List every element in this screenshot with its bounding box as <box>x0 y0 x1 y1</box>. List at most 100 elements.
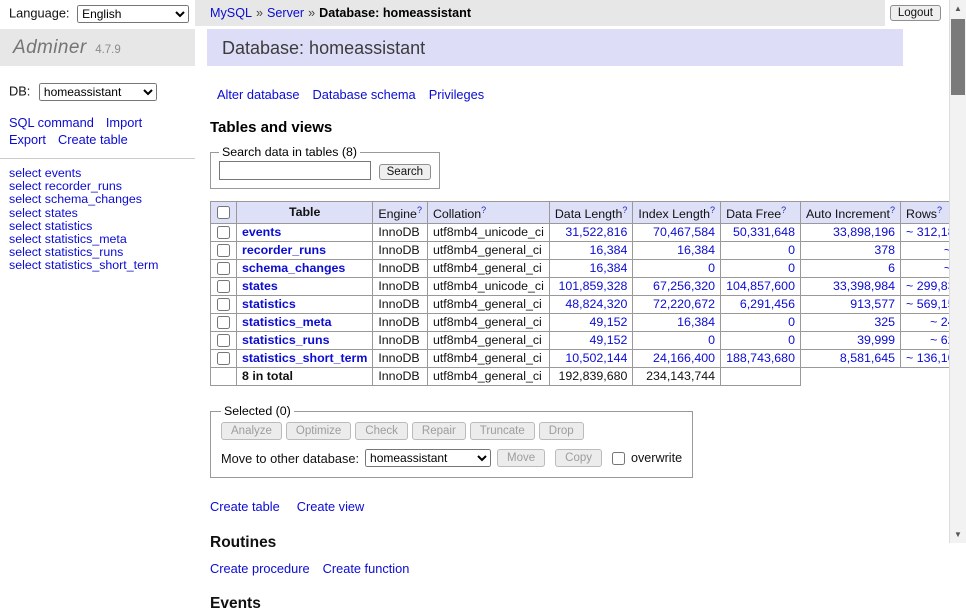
row-checkbox-statistics_meta[interactable] <box>217 316 230 329</box>
help-icon[interactable]: ? <box>481 205 486 215</box>
repair-button[interactable]: Repair <box>412 422 466 440</box>
link-select-states[interactable]: select states <box>9 207 186 220</box>
data-free-link[interactable]: 104,857,600 <box>726 279 795 293</box>
data-length-link[interactable]: 101,859,328 <box>558 279 627 293</box>
data-free-link[interactable]: 188,743,680 <box>726 351 795 365</box>
row-checkbox-statistics[interactable] <box>217 298 230 311</box>
table-row-statistics_short_term: statistics_short_termInnoDButf8mb4_gener… <box>211 350 966 368</box>
table-link-schema-changes[interactable]: schema_changes <box>242 261 345 275</box>
table-link-statistics[interactable]: statistics <box>242 297 296 311</box>
overwrite-checkbox[interactable] <box>612 452 625 465</box>
scrollbar-thumb[interactable] <box>951 19 965 95</box>
table-link-statistics-meta[interactable]: statistics_meta <box>242 315 332 329</box>
row-checkbox-schema_changes[interactable] <box>217 262 230 275</box>
help-icon[interactable]: ? <box>890 205 895 215</box>
breadcrumb-mysql[interactable]: MySQL <box>210 6 252 20</box>
link-database-schema[interactable]: Database schema <box>313 87 416 102</box>
data-free-link[interactable]: 0 <box>788 243 795 257</box>
data-length-link[interactable]: 48,824,320 <box>565 297 627 311</box>
link-select-schema-changes[interactable]: select schema_changes <box>9 193 186 206</box>
link-select-statistics-short-term[interactable]: select statistics_short_term <box>9 259 186 272</box>
link-sql-command[interactable]: SQL command <box>9 115 94 130</box>
column-header-data-free: Data Free? <box>721 202 801 224</box>
row-checkbox-events[interactable] <box>217 226 230 239</box>
optimize-button[interactable]: Optimize <box>286 422 351 440</box>
table-link-events[interactable]: events <box>242 225 281 239</box>
data-free-link[interactable]: 6,291,456 <box>740 297 795 311</box>
breadcrumb-server[interactable]: Server <box>267 6 304 20</box>
auto-increment-link[interactable]: 8,581,645 <box>840 351 895 365</box>
auto-increment-link[interactable]: 325 <box>874 315 895 329</box>
drop-button[interactable]: Drop <box>539 422 584 440</box>
language-select[interactable]: English <box>77 5 189 23</box>
auto-increment-link[interactable]: 913,577 <box>850 297 895 311</box>
data-length-link[interactable]: 16,384 <box>589 243 627 257</box>
help-icon[interactable]: ? <box>417 205 422 215</box>
logout-button[interactable]: Logout <box>890 5 941 21</box>
data-length-link[interactable]: 10,502,144 <box>565 351 627 365</box>
truncate-button[interactable]: Truncate <box>470 422 535 440</box>
auto-increment-link[interactable]: 33,398,984 <box>833 279 895 293</box>
check-button[interactable]: Check <box>355 422 408 440</box>
index-length-link[interactable]: 0 <box>708 333 715 347</box>
help-icon[interactable]: ? <box>781 205 786 215</box>
row-checkbox-statistics_short_term[interactable] <box>217 352 230 365</box>
select-all-checkbox[interactable] <box>217 206 230 219</box>
table-link-statistics-runs[interactable]: statistics_runs <box>242 333 329 347</box>
index-length-link[interactable]: 24,166,400 <box>653 351 715 365</box>
db-select[interactable]: homeassistant <box>39 83 157 101</box>
checkbox-cell <box>211 260 237 278</box>
scroll-down-icon[interactable]: ▼ <box>950 526 966 543</box>
link-export[interactable]: Export <box>9 132 46 147</box>
auto-increment-link[interactable]: 378 <box>874 243 895 257</box>
index-length-link[interactable]: 0 <box>708 261 715 275</box>
data-length-link[interactable]: 49,152 <box>589 333 627 347</box>
cell: InnoDB <box>373 332 428 350</box>
index-length-link[interactable]: 16,384 <box>677 243 715 257</box>
move-db-select[interactable]: homeassistant <box>365 449 491 467</box>
index-length-link[interactable]: 72,220,672 <box>653 297 715 311</box>
help-icon[interactable]: ? <box>710 205 715 215</box>
data-free-link[interactable]: 50,331,648 <box>733 225 795 239</box>
row-checkbox-states[interactable] <box>217 280 230 293</box>
table-row-schema_changes: schema_changesInnoDButf8mb4_general_ci16… <box>211 260 966 278</box>
checkbox-cell <box>211 278 237 296</box>
auto-increment-link[interactable]: 33,898,196 <box>833 225 895 239</box>
search-button[interactable]: Search <box>379 164 431 180</box>
scroll-up-icon[interactable]: ▲ <box>950 0 966 17</box>
data-free-link[interactable]: 0 <box>788 315 795 329</box>
link-create-procedure[interactable]: Create procedure <box>210 561 310 576</box>
scrollbar[interactable]: ▲ ▼ <box>949 0 966 543</box>
index-length-link[interactable]: 16,384 <box>677 315 715 329</box>
data-free-link[interactable]: 0 <box>788 261 795 275</box>
footer-cell: 8 in total <box>237 368 373 386</box>
auto-increment-link[interactable]: 6 <box>888 261 895 275</box>
link-create-function[interactable]: Create function <box>323 561 410 576</box>
data-free-link[interactable]: 0 <box>788 333 795 347</box>
auto-increment-link[interactable]: 39,999 <box>857 333 895 347</box>
row-checkbox-statistics_runs[interactable] <box>217 334 230 347</box>
link-privileges[interactable]: Privileges <box>429 87 484 102</box>
link-create-view[interactable]: Create view <box>297 499 365 514</box>
index-length-link[interactable]: 67,256,320 <box>653 279 715 293</box>
table-link-recorder-runs[interactable]: recorder_runs <box>242 243 326 257</box>
help-icon[interactable]: ? <box>937 205 942 215</box>
search-input[interactable] <box>219 161 371 180</box>
logout-zone: Logout <box>885 0 949 26</box>
data-length-link[interactable]: 31,522,816 <box>565 225 627 239</box>
table-link-statistics-short-term[interactable]: statistics_short_term <box>242 351 367 365</box>
link-create-table[interactable]: Create table <box>210 499 280 514</box>
row-checkbox-recorder_runs[interactable] <box>217 244 230 257</box>
help-icon[interactable]: ? <box>622 205 627 215</box>
index-length-link[interactable]: 70,467,584 <box>653 225 715 239</box>
link-alter-database[interactable]: Alter database <box>217 87 300 102</box>
link-import[interactable]: Import <box>106 115 142 130</box>
analyze-button[interactable]: Analyze <box>221 422 282 440</box>
table-link-states[interactable]: states <box>242 279 278 293</box>
create-links: Create table Create view <box>210 499 903 514</box>
data-length-link[interactable]: 49,152 <box>589 315 627 329</box>
copy-button[interactable]: Copy <box>555 449 602 467</box>
data-length-link[interactable]: 16,384 <box>589 261 627 275</box>
link-create-table[interactable]: Create table <box>58 132 128 147</box>
move-button[interactable]: Move <box>497 449 545 467</box>
